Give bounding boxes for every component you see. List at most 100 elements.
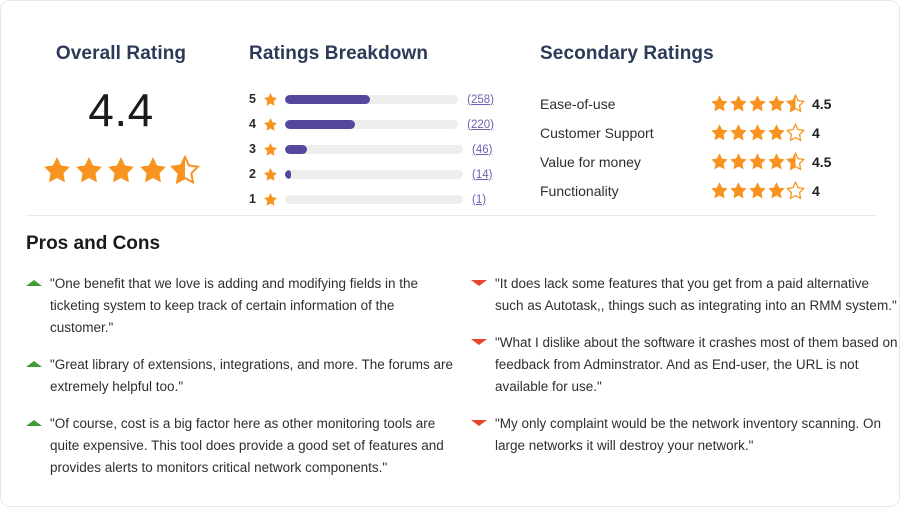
pro-item-text: "Great library of extensions, integratio… — [50, 357, 453, 394]
secondary-star-icon — [786, 152, 805, 171]
secondary-rating-row: Ease-of-use 4.5 — [540, 89, 860, 118]
ratings-breakdown-rows: 5 (258) 4 (220) 3 (46) 2 (14) 1 (1) — [249, 89, 494, 210]
pros-column: "One benefit that we love is adding and … — [26, 273, 456, 494]
secondary-star-icon — [748, 123, 767, 142]
ratings-breakdown-count-link[interactable]: (1) — [472, 194, 486, 206]
overall-rating-title: Overall Rating — [55, 43, 187, 64]
con-item: "It does lack some features that you get… — [471, 273, 899, 317]
triangle-down-icon — [471, 420, 487, 457]
secondary-star-icon — [748, 94, 767, 113]
ratings-breakdown-row: 3 (46) — [249, 139, 494, 160]
secondary-star-icon — [748, 181, 767, 200]
secondary-star-icon — [710, 181, 729, 200]
pro-item: "Great library of extensions, integratio… — [26, 354, 456, 398]
secondary-rating-value: 4.5 — [812, 95, 832, 112]
secondary-rating-row: Customer Support 4 — [540, 118, 860, 147]
ratings-breakdown-star-level: 1 — [249, 192, 256, 207]
secondary-star-icon — [729, 152, 748, 171]
star-icon — [263, 142, 278, 157]
ratings-breakdown-star-level: 5 — [249, 92, 256, 107]
ratings-breakdown-bar-fill — [284, 120, 355, 129]
secondary-rating-row: Functionality 4 — [540, 176, 860, 205]
secondary-rating-value: 4 — [812, 124, 820, 141]
ratings-breakdown-row: 4 (220) — [249, 114, 494, 135]
secondary-rating-label: Value for money — [540, 153, 641, 170]
triangle-up-icon — [26, 280, 42, 339]
con-item: "My only complaint would be the network … — [471, 413, 899, 457]
secondary-star-icon — [710, 94, 729, 113]
star-icon — [263, 117, 278, 132]
star-icon — [263, 192, 278, 207]
star-icon — [263, 92, 278, 107]
secondary-ratings-rows: Ease-of-use 4.5 Customer Support 4 Value for… — [540, 89, 860, 205]
secondary-ratings-block: Secondary Ratings Ease-of-use 4.5 Customer… — [540, 43, 860, 205]
pro-item: "Of course, cost is a big factor here as… — [26, 413, 456, 479]
star-icon — [263, 167, 278, 182]
pro-item-text: "One benefit that we love is adding and … — [50, 276, 419, 335]
ratings-breakdown-star-level: 2 — [249, 167, 256, 182]
ratings-breakdown-bar-track — [285, 170, 463, 179]
ratings-top-section: Overall Rating 4.4 Ratings Breakdown 5 (2… — [1, 1, 899, 215]
con-item-text: "It does lack some features that you get… — [495, 276, 897, 313]
secondary-rating-stars — [710, 152, 805, 171]
overall-star-icon — [138, 155, 168, 185]
secondary-star-icon — [767, 123, 786, 142]
overall-star-icon — [170, 155, 200, 185]
pro-item-text: "Of course, cost is a big factor here as… — [50, 416, 444, 475]
secondary-star-icon — [729, 181, 748, 200]
overall-star-icon — [42, 155, 72, 185]
secondary-rating-stars — [710, 181, 805, 200]
con-item-text: "My only complaint would be the network … — [495, 416, 881, 453]
secondary-star-icon — [710, 152, 729, 171]
ratings-breakdown-count-link[interactable]: (220) — [467, 119, 494, 131]
secondary-star-icon — [786, 123, 805, 142]
ratings-breakdown-count-link[interactable]: (258) — [467, 94, 494, 106]
ratings-breakdown-bar-track — [284, 95, 459, 104]
ratings-breakdown-block: Ratings Breakdown 5 (258) 4 (220) 3 (46) 2 (14)… — [249, 43, 494, 214]
ratings-breakdown-star-level: 3 — [249, 142, 256, 157]
secondary-rating-label: Customer Support — [540, 124, 654, 141]
ratings-breakdown-row: 2 (14) — [249, 164, 494, 185]
triangle-up-icon — [26, 361, 42, 398]
section-divider — [26, 215, 876, 216]
ratings-breakdown-count-link[interactable]: (46) — [472, 144, 492, 156]
secondary-rating-stars — [710, 94, 805, 113]
ratings-breakdown-bar-fill — [285, 170, 292, 179]
reviews-summary-card: Overall Rating 4.4 Ratings Breakdown 5 (2… — [0, 0, 900, 507]
secondary-ratings-title: Secondary Ratings — [540, 43, 714, 64]
con-item: "What I dislike about the software it cr… — [471, 332, 899, 398]
overall-star-icon — [106, 155, 136, 185]
ratings-breakdown-row: 5 (258) — [249, 89, 494, 110]
triangle-down-icon — [471, 280, 487, 317]
secondary-star-icon — [729, 94, 748, 113]
secondary-star-icon — [729, 123, 748, 142]
ratings-breakdown-bar-track — [284, 120, 459, 129]
secondary-star-icon — [748, 152, 767, 171]
secondary-star-icon — [786, 94, 805, 113]
secondary-star-icon — [767, 94, 786, 113]
secondary-star-icon — [710, 123, 729, 142]
ratings-breakdown-bar-track — [285, 145, 463, 154]
overall-rating-block: Overall Rating 4.4 — [26, 43, 216, 185]
secondary-rating-label: Ease-of-use — [540, 95, 616, 112]
secondary-rating-value: 4.5 — [812, 153, 832, 170]
secondary-rating-stars — [710, 123, 805, 142]
ratings-breakdown-bar-fill — [285, 145, 308, 154]
secondary-rating-value: 4 — [812, 182, 820, 199]
secondary-rating-label: Functionality — [540, 182, 619, 199]
pros-and-cons-columns: "One benefit that we love is adding and … — [1, 273, 899, 494]
ratings-breakdown-bar-track — [285, 195, 463, 204]
ratings-breakdown-bar-fill — [284, 95, 371, 104]
ratings-breakdown-star-level: 4 — [249, 117, 256, 132]
ratings-breakdown-title: Ratings Breakdown — [249, 43, 429, 64]
triangle-down-icon — [471, 339, 487, 398]
pro-item: "One benefit that we love is adding and … — [26, 273, 456, 339]
ratings-breakdown-count-link[interactable]: (14) — [472, 169, 492, 181]
secondary-star-icon — [767, 152, 786, 171]
con-item-text: "What I dislike about the software it cr… — [495, 335, 898, 394]
secondary-star-icon — [767, 181, 786, 200]
secondary-star-icon — [786, 181, 805, 200]
pros-and-cons-title: Pros and Cons — [26, 233, 161, 254]
ratings-breakdown-row: 1 (1) — [249, 189, 494, 210]
cons-column: "It does lack some features that you get… — [471, 273, 899, 494]
